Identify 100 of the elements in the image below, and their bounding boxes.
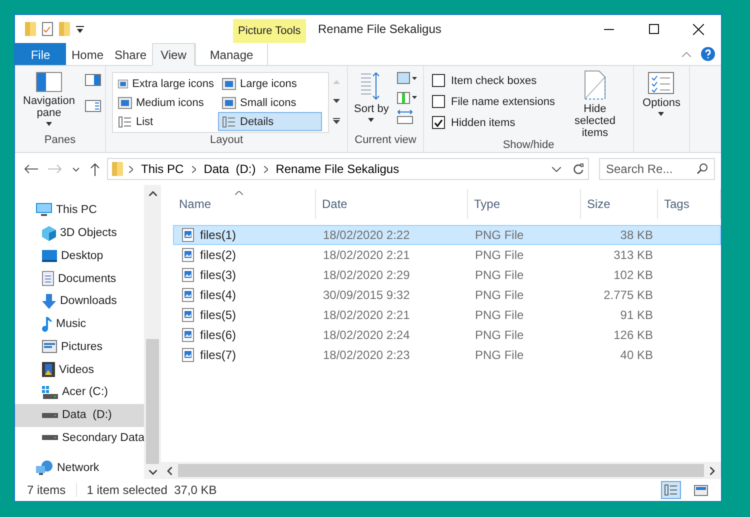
preview-pane-icon[interactable] — [85, 74, 101, 86]
view-mode-icon — [222, 116, 236, 128]
column-header[interactable]: Tags — [658, 189, 721, 219]
file-row[interactable]: files(7) 18/02/2020 2:23 PNG File 40 KB — [173, 345, 721, 365]
breadcrumb[interactable]: Data (D:) — [202, 162, 258, 176]
options-button[interactable]: Options — [640, 72, 682, 116]
details-pane-icon[interactable] — [85, 100, 101, 112]
type-cell-text: PNG File — [474, 348, 525, 362]
layout-option[interactable]: Extra large icons — [114, 74, 218, 93]
checkbox[interactable] — [432, 74, 445, 87]
nav-item[interactable]: Data (D:) — [15, 404, 144, 426]
maximize-icon — [648, 24, 658, 34]
scroll-left-icon[interactable] — [167, 466, 172, 474]
type-cell-text: PNG File — [474, 288, 525, 302]
properties-icon — [42, 22, 53, 36]
nav-item[interactable]: 3D Objects — [15, 222, 144, 244]
nav-item[interactable]: Documents — [15, 267, 144, 290]
ribbon-tab[interactable]: File — [15, 43, 66, 65]
view-mode-icon — [222, 78, 236, 90]
nav-item[interactable]: Downloads — [15, 290, 144, 313]
ribbon-tab[interactable]: Manage — [195, 43, 268, 65]
page-icon — [584, 70, 606, 100]
desktop-icon — [42, 250, 57, 262]
nav-item[interactable]: Acer (C:) — [15, 381, 144, 404]
nav-item[interactable]: This PC — [15, 199, 144, 222]
layout-option[interactable]: Medium icons — [114, 93, 218, 112]
add-columns-icon[interactable] — [396, 90, 417, 104]
refresh-icon[interactable] — [573, 163, 584, 175]
address-bar[interactable]: This PC Data (D:) Rename File Sekaligus — [107, 158, 589, 180]
nav-item[interactable]: Secondary Data — [15, 426, 144, 450]
group-label: Layout — [208, 134, 244, 148]
layout-option[interactable]: Details — [218, 112, 322, 131]
group-by-icon[interactable] — [396, 72, 417, 84]
nav-item[interactable]: Music — [15, 312, 144, 336]
file-row[interactable]: files(1) 18/02/2020 2:22 PNG File 38 KB — [173, 225, 721, 245]
file-row[interactable]: files(6) 18/02/2020 2:24 PNG File 126 KB — [173, 325, 721, 345]
column-header[interactable]: Name — [173, 189, 316, 219]
file-row[interactable]: files(3) 18/02/2020 2:29 PNG File 102 KB — [173, 265, 721, 285]
nav-item[interactable]: Desktop — [15, 244, 144, 268]
horizontal-scrollbar[interactable] — [161, 462, 721, 479]
network-icon — [36, 460, 53, 476]
scroll-down-icon[interactable] — [148, 470, 156, 475]
sort-by-button[interactable]: Sort by — [352, 72, 391, 122]
file-row[interactable]: files(5) 18/02/2020 2:21 PNG File 91 KB — [173, 305, 721, 325]
type-cell-text: PNG File — [474, 228, 525, 242]
vertical-scrollbar[interactable] — [144, 185, 161, 479]
folder-icon — [25, 22, 36, 36]
breadcrumb[interactable]: This PC — [139, 162, 186, 176]
nav-item[interactable]: Videos — [15, 358, 144, 381]
layout-option[interactable]: List — [114, 112, 218, 131]
download-arrow-icon — [42, 294, 56, 309]
layout-option[interactable]: Large icons — [218, 74, 322, 93]
checkbox[interactable] — [432, 116, 445, 129]
view-mode-icon — [222, 96, 236, 108]
date-cell-text: 18/02/2020 2:29 — [322, 268, 411, 282]
hide-selected-items-button[interactable]: Hide selected items — [560, 70, 629, 139]
scroll-up-icon[interactable] — [148, 191, 156, 196]
folder-icon — [112, 162, 123, 176]
file-row[interactable]: files(2) 18/02/2020 2:21 PNG File 313 KB — [173, 245, 721, 265]
size-cell-text: 102 KB — [612, 268, 654, 282]
column-header[interactable]: Date — [316, 189, 468, 219]
file-name: files(5) — [200, 308, 236, 322]
navigation-pane-button[interactable]: Navigation pane — [19, 72, 79, 126]
date-cell-text: 18/02/2020 2:24 — [322, 328, 411, 342]
column-header[interactable]: Type — [468, 189, 581, 219]
window-title: Rename File Sekaligus — [317, 21, 442, 38]
scroll-down-icon[interactable] — [332, 98, 340, 103]
chevron-right-icon — [264, 166, 268, 172]
ribbon-tab[interactable]: View — [152, 43, 195, 66]
close-icon — [693, 24, 704, 34]
type-cell-text: PNG File — [474, 268, 525, 282]
search-field[interactable]: Search Re... — [599, 158, 715, 180]
caret-icon — [368, 118, 374, 122]
checkbox[interactable] — [432, 95, 445, 108]
image-file-icon — [182, 328, 194, 342]
group-label: Show/hide — [502, 139, 556, 152]
nav-item[interactable]: Pictures — [15, 336, 144, 358]
checkbox-label: Hidden items — [451, 116, 516, 128]
checkbox-label: File name extensions — [451, 96, 555, 108]
view-mode-icon — [118, 78, 128, 90]
folder-icon — [59, 22, 70, 36]
scroll-right-icon[interactable] — [710, 466, 715, 474]
breadcrumb[interactable]: Rename File Sekaligus — [274, 162, 402, 176]
date-cell-text: 18/02/2020 2:21 — [322, 308, 411, 322]
chevron-down-icon[interactable] — [552, 166, 561, 172]
image-file-icon — [182, 248, 194, 262]
file-row[interactable]: files(4) 30/09/2015 9:32 PNG File 2.775 KB — [173, 285, 721, 305]
column-header[interactable]: Size — [581, 189, 658, 219]
customize-dropdown-icon[interactable] — [76, 26, 84, 32]
file-name: files(7) — [200, 348, 236, 362]
type-cell-text: PNG File — [474, 308, 525, 322]
pictures-icon — [42, 340, 57, 354]
help-icon[interactable] — [701, 47, 715, 61]
details-view-button[interactable] — [661, 481, 681, 499]
collapse-ribbon-icon[interactable] — [682, 52, 691, 56]
expand-gallery-icon[interactable] — [332, 118, 340, 124]
view-mode-icon — [118, 96, 132, 108]
nav-item[interactable]: Network — [15, 456, 144, 479]
fit-columns-icon[interactable] — [396, 110, 413, 124]
layout-option[interactable]: Small icons — [218, 93, 322, 112]
